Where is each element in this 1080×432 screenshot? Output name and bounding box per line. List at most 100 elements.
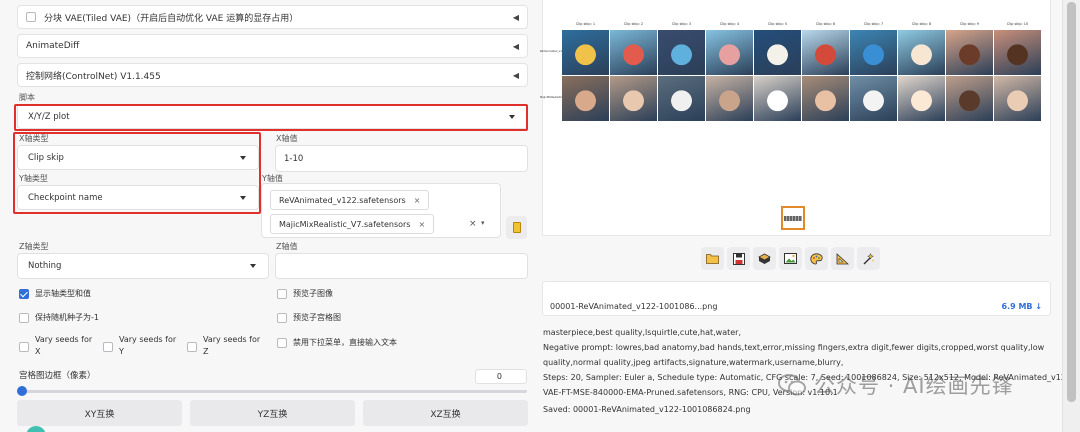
preview-grid-option[interactable]: 预览子宫格图: [277, 312, 341, 323]
keep-seed-checkbox[interactable]: [19, 312, 29, 323]
disable-dropdown-option[interactable]: 禁用下拉菜单，直接输入文本: [277, 337, 397, 348]
collapse-arrow-icon[interactable]: ◀: [513, 42, 519, 51]
x-axis-type-label: X轴类型: [19, 134, 49, 143]
controlnet-accordion[interactable]: 控制网络(ControlNet) V1.1.455 ◀: [17, 63, 528, 87]
preview-sub-option[interactable]: 预览子图像: [277, 288, 333, 299]
z-axis-values-input[interactable]: [275, 253, 528, 279]
grid-cell-image: [850, 76, 897, 121]
grid-cell-image: [562, 76, 609, 121]
keep-seed-option[interactable]: 保持随机种子为-1: [19, 312, 99, 323]
tiled-vae-checkbox[interactable]: [26, 12, 36, 22]
vary-seeds-y-label: Vary seeds for Y: [119, 334, 176, 358]
grid-cell-image: [994, 76, 1041, 121]
y-axis-type-select[interactable]: Checkpoint name: [17, 185, 259, 210]
xz-swap-button[interactable]: XZ互换: [363, 400, 528, 426]
grid-cell-image: [658, 30, 705, 75]
y-axis-values-multiselect[interactable]: ReVAnimated_v122.safetensors × MajicMixR…: [261, 183, 501, 238]
grid-cell-image: [754, 30, 801, 75]
preview-grid-checkbox[interactable]: [277, 312, 287, 323]
watermark: 公众号 · AI绘画先锋: [778, 370, 1014, 400]
partial-avatar-icon: [26, 426, 46, 432]
grid-col-label: Clip skip: 2: [623, 22, 644, 26]
grid-cell-image: [898, 30, 945, 75]
xz-swap-label: XZ互换: [430, 409, 461, 420]
grid-col-label: Clip skip: 9: [959, 22, 980, 26]
margin-slider-track[interactable]: [20, 390, 527, 393]
yz-swap-button[interactable]: YZ互换: [190, 400, 355, 426]
x-axis-values-text: 1-10: [284, 154, 304, 164]
chevron-down-icon: [509, 114, 515, 119]
x-axis-values-input[interactable]: 1-10: [275, 145, 528, 172]
preview-sub-checkbox[interactable]: [277, 288, 287, 299]
show-labels-option[interactable]: 显示轴类型和值: [19, 288, 91, 299]
grid-cell-image: [802, 30, 849, 75]
vary-seeds-x-checkbox[interactable]: [19, 342, 29, 352]
controlnet-label: 控制网络(ControlNet) V1.1.455: [26, 71, 161, 82]
send-to-train-button[interactable]: [857, 247, 880, 270]
x-axis-type-select[interactable]: Clip skip: [17, 145, 259, 170]
x-axis-type-value: Clip skip: [28, 152, 64, 163]
grid-cell-image: [802, 76, 849, 121]
collapse-arrow-icon[interactable]: ◀: [513, 71, 519, 80]
scrollbar-thumb[interactable]: [1067, 2, 1076, 402]
chevron-down-icon: [250, 264, 256, 268]
show-labels-checkbox[interactable]: [19, 288, 29, 299]
grid-cell-image: [994, 30, 1041, 75]
remove-tag-icon[interactable]: ×: [418, 220, 425, 229]
xyz-grid-image[interactable]: Clip skip: 1 Clip skip: 2 Clip skip: 3 Clip…: [540, 22, 1045, 137]
grid-col-label: Clip skip: 6: [815, 22, 836, 26]
gen-info-line: masterpiece,best quality,lsquirtle,cute,…: [543, 328, 741, 337]
chevron-down-icon: [240, 195, 246, 200]
vary-seeds-x-label: Vary seeds for X: [35, 334, 92, 358]
vary-seeds-z-label: Vary seeds for Z: [203, 334, 260, 358]
disable-dropdown-checkbox[interactable]: [277, 337, 287, 348]
vary-seeds-z-option[interactable]: Vary seeds for Z: [187, 334, 260, 358]
page-scrollbar[interactable]: [1062, 0, 1080, 432]
z-axis-values-label: Z轴值: [276, 242, 298, 251]
wechat-icon: [778, 374, 806, 396]
remove-tag-icon[interactable]: ×: [414, 196, 421, 205]
tiled-vae-accordion[interactable]: 分块 VAE(Tiled VAE)（开启后自动优化 VAE 运算的显存占用） ◀: [17, 5, 528, 29]
y-tag-label: ReVAnimated_v122.safetensors: [279, 195, 406, 205]
script-select[interactable]: X/Y/Z plot: [17, 104, 528, 129]
zip-icon: [758, 253, 771, 264]
vary-seeds-y-line2: Y: [119, 347, 124, 356]
dropdown-arrow-icon[interactable]: ▾: [481, 219, 485, 227]
download-file-row: 00001-ReVAnimated_v122-1001086...png 6.9…: [542, 281, 1051, 316]
vary-seeds-z-checkbox[interactable]: [187, 342, 197, 352]
fill-values-button[interactable]: [506, 216, 527, 239]
grid-col-label: Clip skip: 1: [575, 22, 596, 26]
grid-col-label: Clip skip: 3: [671, 22, 692, 26]
collapse-arrow-icon[interactable]: ◀: [513, 13, 519, 22]
palette-icon: [810, 252, 823, 264]
zip-button[interactable]: [753, 247, 776, 270]
grid-cell-image: [706, 76, 753, 121]
clear-all-icon[interactable]: ×: [469, 219, 477, 229]
vary-seeds-y-option[interactable]: Vary seeds for Y: [103, 334, 176, 358]
sparkle-icon: [863, 252, 874, 264]
z-axis-type-select[interactable]: Nothing: [17, 253, 269, 279]
y-axis-type-value: Checkpoint name: [28, 192, 103, 203]
xy-swap-button[interactable]: XY互换: [17, 400, 182, 426]
z-axis-type-label: Z轴类型: [19, 242, 49, 251]
save-button[interactable]: [727, 247, 750, 270]
grid-thumbnail[interactable]: [781, 206, 805, 230]
z-axis-type-value: Nothing: [28, 261, 62, 271]
send-to-img2img-button[interactable]: [779, 247, 802, 270]
chevron-down-icon: [240, 155, 246, 160]
margin-number-input[interactable]: 0: [475, 369, 527, 384]
file-size-link[interactable]: 6.9 MB ↓: [1001, 302, 1042, 311]
vary-seeds-y-line1: Vary seeds for: [119, 335, 177, 344]
open-folder-button[interactable]: [701, 247, 724, 270]
send-to-inpaint-button[interactable]: [805, 247, 828, 270]
vary-seeds-x-option[interactable]: Vary seeds for X: [19, 334, 92, 358]
vary-seeds-y-checkbox[interactable]: [103, 342, 113, 352]
margin-slider-thumb[interactable]: [17, 386, 27, 396]
grid-cell-image: [754, 76, 801, 121]
animatediff-accordion[interactable]: AnimateDiff ◀: [17, 34, 528, 58]
y-axis-type-label: Y轴类型: [19, 174, 48, 183]
tiled-vae-label: 分块 VAE(Tiled VAE)（开启后自动优化 VAE 运算的显存占用）: [44, 13, 299, 24]
y-tag-majicmix: MajicMixRealistic_V7.safetensors ×: [270, 214, 435, 234]
grid-cell-image: [946, 30, 993, 75]
send-to-extras-button[interactable]: [831, 247, 854, 270]
